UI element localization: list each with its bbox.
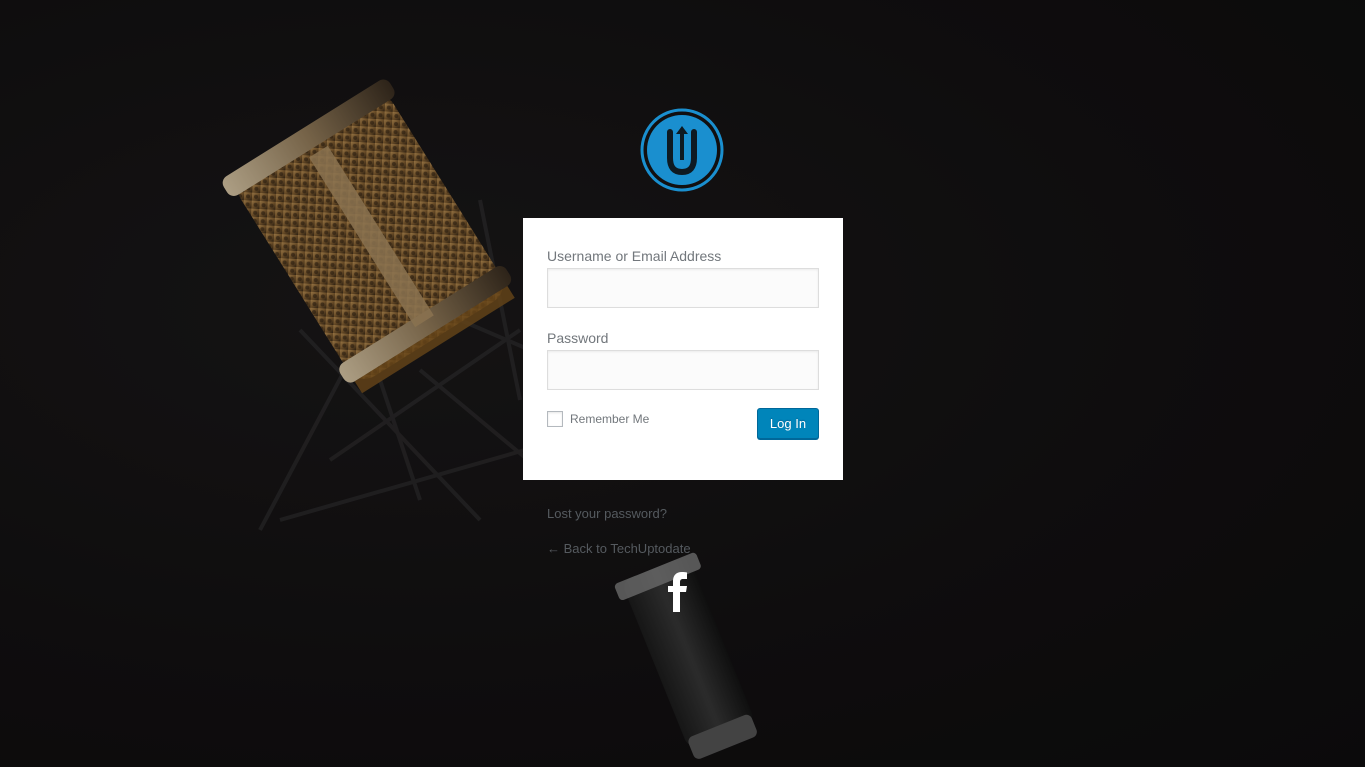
- back-to-site-link[interactable]: ← Back to TechUptodate: [547, 541, 691, 556]
- lost-password-link[interactable]: Lost your password?: [547, 506, 667, 521]
- password-input[interactable]: [547, 350, 819, 390]
- remember-me-label[interactable]: Remember Me: [570, 412, 649, 426]
- login-button[interactable]: Log In: [757, 408, 819, 439]
- form-actions: Remember Me Log In: [547, 408, 819, 444]
- username-label: Username or Email Address: [547, 248, 722, 264]
- remember-me[interactable]: Remember Me: [547, 411, 649, 427]
- username-input[interactable]: [547, 268, 819, 308]
- login-page: Username or Email Address Password Remem…: [0, 0, 1365, 767]
- remember-me-checkbox[interactable]: [547, 411, 563, 427]
- techuptodate-logo-icon[interactable]: [640, 108, 724, 192]
- facebook-icon[interactable]: [666, 572, 690, 612]
- password-label: Password: [547, 330, 609, 346]
- login-form: Username or Email Address Password Remem…: [523, 218, 843, 480]
